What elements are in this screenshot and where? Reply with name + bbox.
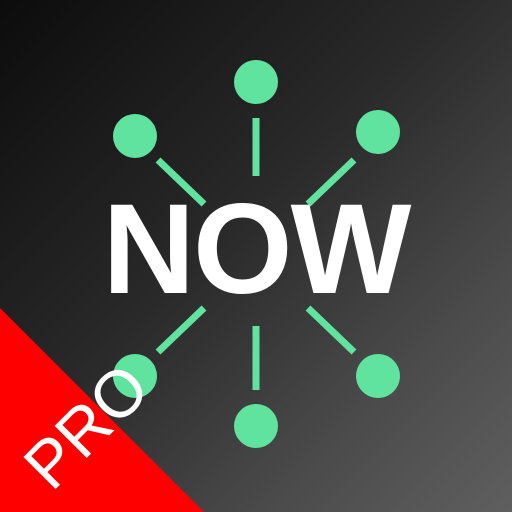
app-icon: NOW PRO xyxy=(0,0,512,512)
pro-corner-ribbon: PRO xyxy=(0,308,204,512)
